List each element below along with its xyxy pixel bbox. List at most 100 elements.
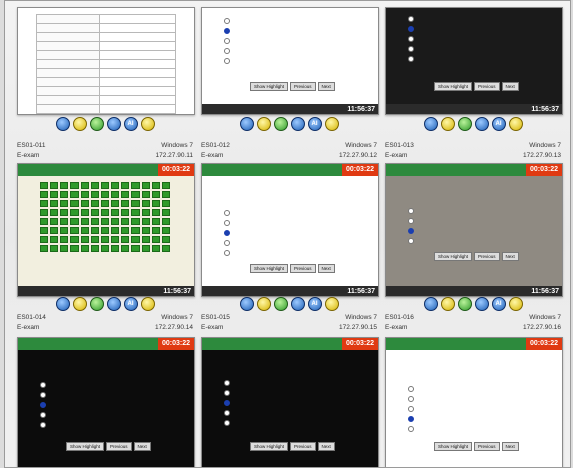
app-icon[interactable] (273, 117, 288, 131)
question-cell[interactable] (60, 209, 69, 216)
ie-icon[interactable] (239, 297, 254, 311)
folder-icon[interactable] (440, 117, 455, 131)
next-button[interactable]: Next (317, 264, 335, 273)
question-cell[interactable] (50, 182, 59, 189)
question-cell[interactable] (50, 209, 59, 216)
next-button[interactable]: Next (501, 442, 519, 451)
previous-button[interactable]: Previous (290, 442, 316, 451)
client-screen-thumbnail[interactable]: 00:03:22 Show Highlight Previous Next 11… (385, 163, 563, 297)
question-cell[interactable] (121, 182, 130, 189)
next-button[interactable]: Next (501, 252, 519, 261)
next-button[interactable]: Next (317, 442, 335, 451)
question-cell[interactable] (50, 227, 59, 234)
media-icon[interactable] (474, 297, 489, 311)
next-button[interactable]: Next (317, 82, 335, 91)
question-cell[interactable] (90, 182, 99, 189)
next-button[interactable]: Next (133, 442, 151, 451)
previous-button[interactable]: Previous (474, 252, 500, 261)
question-cell[interactable] (151, 209, 160, 216)
app-icon[interactable] (273, 297, 288, 311)
question-cell[interactable] (161, 218, 170, 225)
previous-button[interactable]: Previous (290, 82, 316, 91)
question-cell[interactable] (151, 182, 160, 189)
question-cell[interactable] (60, 218, 69, 225)
question-cell[interactable] (141, 227, 150, 234)
question-cell[interactable] (151, 245, 160, 252)
chat-icon[interactable] (508, 297, 523, 311)
question-cell[interactable] (141, 218, 150, 225)
client-screen-thumbnail[interactable]: 00:03:22 11:56:37 (17, 163, 195, 297)
question-cell[interactable] (111, 245, 120, 252)
ai-icon[interactable]: AI (491, 297, 506, 311)
question-cell[interactable] (90, 200, 99, 207)
question-cell[interactable] (121, 245, 130, 252)
ie-icon[interactable] (55, 117, 70, 131)
question-cell[interactable] (131, 245, 140, 252)
question-cell[interactable] (121, 227, 130, 234)
question-cell[interactable] (40, 227, 49, 234)
question-cell[interactable] (111, 227, 120, 234)
question-cell[interactable] (141, 191, 150, 198)
question-cell[interactable] (100, 227, 110, 234)
question-cell[interactable] (40, 191, 49, 198)
question-cell[interactable] (50, 245, 59, 252)
question-cell[interactable] (50, 236, 59, 243)
question-cell[interactable] (80, 191, 89, 198)
question-cell[interactable] (70, 182, 79, 189)
folder-icon[interactable] (256, 297, 271, 311)
question-cell[interactable] (131, 182, 140, 189)
client-screen-thumbnail[interactable]: 00:03:22 Show Highlight Previous Next 11… (201, 163, 379, 297)
media-icon[interactable] (106, 297, 121, 311)
client-screen-thumbnail[interactable]: 00:03:22 Show Highlight Previous Next (385, 337, 563, 467)
question-cell[interactable] (161, 236, 170, 243)
show-highlight-button[interactable]: Show Highlight (434, 252, 473, 261)
question-cell[interactable] (70, 245, 79, 252)
question-cell[interactable] (121, 236, 130, 243)
question-cell[interactable] (161, 227, 170, 234)
question-cell[interactable] (40, 236, 49, 243)
question-cell[interactable] (80, 236, 89, 243)
question-cell[interactable] (50, 218, 59, 225)
ie-icon[interactable] (239, 117, 254, 131)
question-cell[interactable] (40, 200, 49, 207)
previous-button[interactable]: Previous (474, 442, 500, 451)
question-cell[interactable] (60, 227, 69, 234)
app-icon[interactable] (457, 117, 472, 131)
question-cell[interactable] (70, 227, 79, 234)
media-icon[interactable] (106, 117, 121, 131)
question-cell[interactable] (141, 200, 150, 207)
question-cell[interactable] (100, 209, 110, 216)
question-cell[interactable] (121, 209, 130, 216)
question-cell[interactable] (151, 227, 160, 234)
chat-icon[interactable] (140, 297, 155, 311)
question-cell[interactable] (161, 209, 170, 216)
question-cell[interactable] (141, 236, 150, 243)
question-cell[interactable] (70, 209, 79, 216)
question-cell[interactable] (141, 182, 150, 189)
question-cell[interactable] (100, 191, 110, 198)
question-cell[interactable] (40, 245, 49, 252)
chat-icon[interactable] (140, 117, 155, 131)
folder-icon[interactable] (440, 297, 455, 311)
chat-icon[interactable] (324, 117, 339, 131)
question-cell[interactable] (100, 182, 110, 189)
app-icon[interactable] (89, 297, 104, 311)
folder-icon[interactable] (72, 117, 87, 131)
folder-icon[interactable] (256, 117, 271, 131)
question-cell[interactable] (60, 245, 69, 252)
question-cell[interactable] (80, 182, 89, 189)
ai-icon[interactable]: AI (307, 117, 322, 131)
ai-icon[interactable]: AI (307, 297, 322, 311)
media-icon[interactable] (290, 297, 305, 311)
ie-icon[interactable] (55, 297, 70, 311)
question-cell[interactable] (80, 200, 89, 207)
previous-button[interactable]: Previous (290, 264, 316, 273)
show-highlight-button[interactable]: Show Highlight (250, 442, 289, 451)
client-screen-thumbnail[interactable] (17, 7, 195, 115)
show-highlight-button[interactable]: Show Highlight (250, 264, 289, 273)
previous-button[interactable]: Previous (474, 82, 500, 91)
app-icon[interactable] (457, 297, 472, 311)
show-highlight-button[interactable]: Show Highlight (434, 82, 473, 91)
question-cell[interactable] (131, 227, 140, 234)
question-cell[interactable] (111, 236, 120, 243)
